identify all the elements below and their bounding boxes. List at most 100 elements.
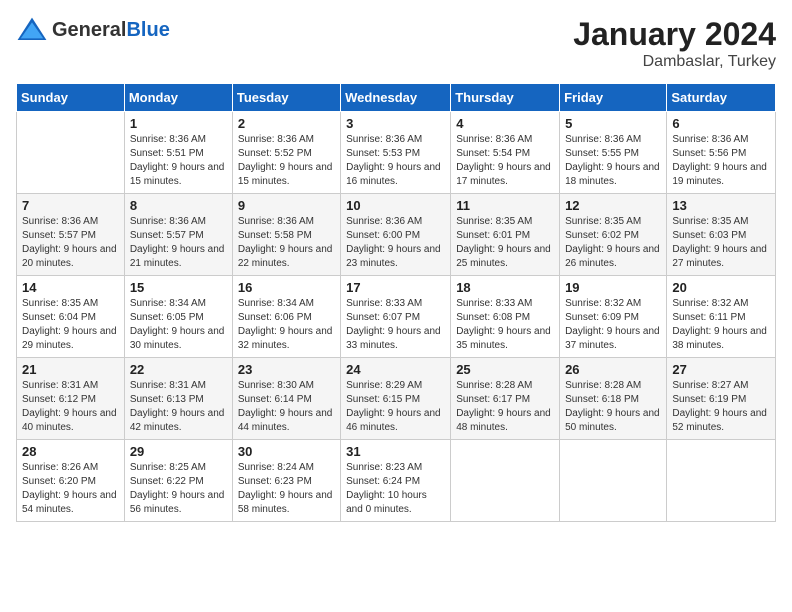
calendar-cell: 14 Sunrise: 8:35 AM Sunset: 6:04 PM Dayl… <box>17 276 125 358</box>
sunset: Sunset: 5:55 PM <box>565 148 639 159</box>
calendar-week-row: 14 Sunrise: 8:35 AM Sunset: 6:04 PM Dayl… <box>17 276 776 358</box>
calendar-cell: 16 Sunrise: 8:34 AM Sunset: 6:06 PM Dayl… <box>232 276 340 358</box>
sunset: Sunset: 5:52 PM <box>238 148 312 159</box>
day-info: Sunrise: 8:36 AM Sunset: 5:58 PM Dayligh… <box>238 215 335 271</box>
daylight: Daylight: 9 hours and 32 minutes. <box>238 326 333 351</box>
day-info: Sunrise: 8:32 AM Sunset: 6:11 PM Dayligh… <box>672 297 770 353</box>
day-info: Sunrise: 8:35 AM Sunset: 6:01 PM Dayligh… <box>456 215 554 271</box>
day-number: 19 <box>565 280 661 295</box>
sunrise: Sunrise: 8:29 AM <box>346 380 422 391</box>
col-sunday: Sunday <box>17 84 125 112</box>
daylight: Daylight: 9 hours and 18 minutes. <box>565 162 660 187</box>
day-info: Sunrise: 8:23 AM Sunset: 6:24 PM Dayligh… <box>346 461 445 517</box>
day-number: 25 <box>456 362 554 377</box>
sunset: Sunset: 6:12 PM <box>22 394 96 405</box>
sunrise: Sunrise: 8:28 AM <box>565 380 641 391</box>
calendar-cell: 29 Sunrise: 8:25 AM Sunset: 6:22 PM Dayl… <box>124 440 232 522</box>
daylight: Daylight: 9 hours and 23 minutes. <box>346 244 441 269</box>
sunrise: Sunrise: 8:33 AM <box>346 298 422 309</box>
day-info: Sunrise: 8:36 AM Sunset: 5:56 PM Dayligh… <box>672 133 770 189</box>
sunrise: Sunrise: 8:23 AM <box>346 462 422 473</box>
daylight: Daylight: 10 hours and 0 minutes. <box>346 490 427 515</box>
daylight: Daylight: 9 hours and 52 minutes. <box>672 408 767 433</box>
col-wednesday: Wednesday <box>341 84 451 112</box>
day-info: Sunrise: 8:28 AM Sunset: 6:17 PM Dayligh… <box>456 379 554 435</box>
day-number: 11 <box>456 198 554 213</box>
calendar-cell: 2 Sunrise: 8:36 AM Sunset: 5:52 PM Dayli… <box>232 112 340 194</box>
daylight: Daylight: 9 hours and 38 minutes. <box>672 326 767 351</box>
calendar-week-row: 7 Sunrise: 8:36 AM Sunset: 5:57 PM Dayli… <box>17 194 776 276</box>
sunset: Sunset: 5:51 PM <box>130 148 204 159</box>
calendar-cell: 9 Sunrise: 8:36 AM Sunset: 5:58 PM Dayli… <box>232 194 340 276</box>
sunrise: Sunrise: 8:30 AM <box>238 380 314 391</box>
daylight: Daylight: 9 hours and 33 minutes. <box>346 326 441 351</box>
day-number: 30 <box>238 444 335 459</box>
sunrise: Sunrise: 8:35 AM <box>456 216 532 227</box>
daylight: Daylight: 9 hours and 48 minutes. <box>456 408 551 433</box>
calendar-cell: 5 Sunrise: 8:36 AM Sunset: 5:55 PM Dayli… <box>560 112 667 194</box>
daylight: Daylight: 9 hours and 46 minutes. <box>346 408 441 433</box>
sunrise: Sunrise: 8:24 AM <box>238 462 314 473</box>
sunrise: Sunrise: 8:36 AM <box>238 216 314 227</box>
daylight: Daylight: 9 hours and 17 minutes. <box>456 162 551 187</box>
calendar-header-row: Sunday Monday Tuesday Wednesday Thursday… <box>17 84 776 112</box>
sunset: Sunset: 6:14 PM <box>238 394 312 405</box>
sunrise: Sunrise: 8:32 AM <box>565 298 641 309</box>
day-info: Sunrise: 8:36 AM Sunset: 6:00 PM Dayligh… <box>346 215 445 271</box>
day-number: 3 <box>346 116 445 131</box>
day-number: 17 <box>346 280 445 295</box>
calendar-cell: 1 Sunrise: 8:36 AM Sunset: 5:51 PM Dayli… <box>124 112 232 194</box>
daylight: Daylight: 9 hours and 19 minutes. <box>672 162 767 187</box>
day-number: 16 <box>238 280 335 295</box>
sunrise: Sunrise: 8:26 AM <box>22 462 98 473</box>
title-block: January 2024 Dambaslar, Turkey <box>573 16 776 71</box>
daylight: Daylight: 9 hours and 44 minutes. <box>238 408 333 433</box>
day-number: 15 <box>130 280 227 295</box>
sunset: Sunset: 6:20 PM <box>22 476 96 487</box>
sunset: Sunset: 6:13 PM <box>130 394 204 405</box>
day-number: 21 <box>22 362 119 377</box>
sunrise: Sunrise: 8:35 AM <box>22 298 98 309</box>
day-info: Sunrise: 8:36 AM Sunset: 5:54 PM Dayligh… <box>456 133 554 189</box>
day-number: 8 <box>130 198 227 213</box>
sunset: Sunset: 5:57 PM <box>130 230 204 241</box>
col-tuesday: Tuesday <box>232 84 340 112</box>
day-number: 24 <box>346 362 445 377</box>
day-info: Sunrise: 8:30 AM Sunset: 6:14 PM Dayligh… <box>238 379 335 435</box>
daylight: Daylight: 9 hours and 22 minutes. <box>238 244 333 269</box>
sunset: Sunset: 6:00 PM <box>346 230 420 241</box>
day-info: Sunrise: 8:25 AM Sunset: 6:22 PM Dayligh… <box>130 461 227 517</box>
col-friday: Friday <box>560 84 667 112</box>
sunset: Sunset: 6:19 PM <box>672 394 746 405</box>
daylight: Daylight: 9 hours and 26 minutes. <box>565 244 660 269</box>
sunset: Sunset: 6:09 PM <box>565 312 639 323</box>
sunset: Sunset: 6:17 PM <box>456 394 530 405</box>
day-number: 29 <box>130 444 227 459</box>
col-thursday: Thursday <box>451 84 560 112</box>
calendar-cell: 20 Sunrise: 8:32 AM Sunset: 6:11 PM Dayl… <box>667 276 776 358</box>
daylight: Daylight: 9 hours and 20 minutes. <box>22 244 117 269</box>
logo-blue: Blue <box>126 19 169 41</box>
day-number: 26 <box>565 362 661 377</box>
daylight: Daylight: 9 hours and 21 minutes. <box>130 244 225 269</box>
calendar-cell: 21 Sunrise: 8:31 AM Sunset: 6:12 PM Dayl… <box>17 358 125 440</box>
day-number: 27 <box>672 362 770 377</box>
daylight: Daylight: 9 hours and 58 minutes. <box>238 490 333 515</box>
day-number: 7 <box>22 198 119 213</box>
day-info: Sunrise: 8:36 AM Sunset: 5:57 PM Dayligh… <box>130 215 227 271</box>
daylight: Daylight: 9 hours and 54 minutes. <box>22 490 117 515</box>
day-info: Sunrise: 8:34 AM Sunset: 6:05 PM Dayligh… <box>130 297 227 353</box>
calendar-cell <box>560 440 667 522</box>
sunset: Sunset: 6:23 PM <box>238 476 312 487</box>
day-number: 6 <box>672 116 770 131</box>
calendar-cell: 11 Sunrise: 8:35 AM Sunset: 6:01 PM Dayl… <box>451 194 560 276</box>
daylight: Daylight: 9 hours and 27 minutes. <box>672 244 767 269</box>
calendar-cell: 26 Sunrise: 8:28 AM Sunset: 6:18 PM Dayl… <box>560 358 667 440</box>
calendar-cell: 8 Sunrise: 8:36 AM Sunset: 5:57 PM Dayli… <box>124 194 232 276</box>
calendar-cell: 31 Sunrise: 8:23 AM Sunset: 6:24 PM Dayl… <box>341 440 451 522</box>
calendar-cell: 15 Sunrise: 8:34 AM Sunset: 6:05 PM Dayl… <box>124 276 232 358</box>
calendar-cell: 3 Sunrise: 8:36 AM Sunset: 5:53 PM Dayli… <box>341 112 451 194</box>
daylight: Daylight: 9 hours and 35 minutes. <box>456 326 551 351</box>
month-title: January 2024 <box>573 16 776 53</box>
day-info: Sunrise: 8:31 AM Sunset: 6:13 PM Dayligh… <box>130 379 227 435</box>
